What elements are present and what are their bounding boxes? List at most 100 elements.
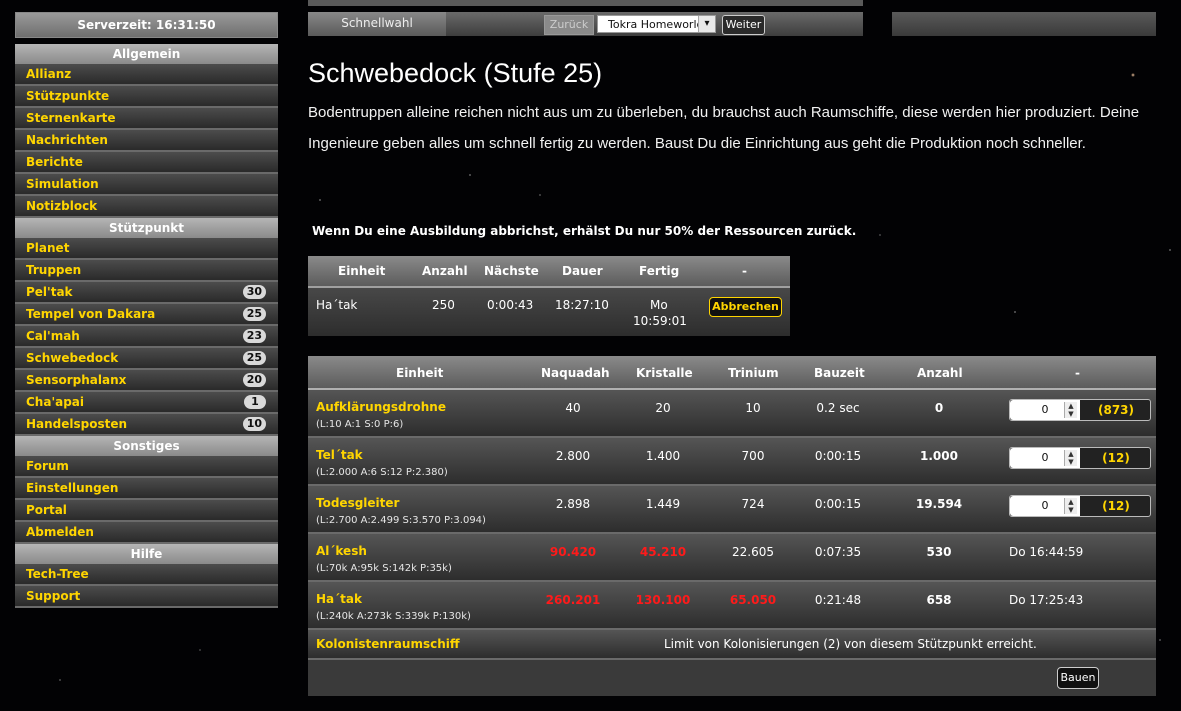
nav-item-sensorphalanx[interactable]: Sensorphalanx 20 <box>15 370 278 392</box>
spinner-icon[interactable]: ▲ ▼ <box>1064 402 1077 418</box>
max-quantity-link[interactable]: (12) <box>1086 496 1146 516</box>
spinner-icon[interactable]: ▲ ▼ <box>1064 498 1077 514</box>
quantity-stepper: 0 ▲ ▼ (873) <box>1009 399 1151 421</box>
nav-item-label: Sensorphalanx <box>26 373 127 387</box>
build-queue-table: Einheit Anzahl Nächste Dauer Fertig - Ha… <box>308 256 790 336</box>
unit-stats: (L:10 A:1 S:0 P:6) <box>316 419 404 430</box>
unit-count: 530 <box>926 545 952 559</box>
cost-naquadah: 2.898 <box>555 497 591 511</box>
build-time: 0:21:48 <box>814 593 862 607</box>
cancel-warning: Wenn Du eine Ausbildung abbrichst, erhäl… <box>312 224 857 238</box>
nav-item-schwebedock[interactable]: Schwebedock 25 <box>15 348 278 370</box>
nav-item-support[interactable]: Support <box>15 586 278 608</box>
max-quantity-link[interactable]: (873) <box>1086 400 1146 420</box>
table-row: Kolonistenraumschiff Limit von Kolonisie… <box>308 630 1156 660</box>
next-button[interactable]: Weiter <box>722 15 765 35</box>
level-badge: 1 <box>244 395 266 409</box>
cost-naquadah: 260.201 <box>545 593 601 607</box>
queue-col-fertig: Fertig <box>639 264 680 278</box>
nav-item-einstellungen[interactable]: Einstellungen <box>15 478 278 500</box>
unit-stats: (L:70k A:95k S:142k P:35k) <box>316 563 452 574</box>
cost-naquadah: 2.800 <box>555 449 591 463</box>
table-row: Todesgleiter (L:2.700 A:2.499 S:3.570 P:… <box>308 486 1156 534</box>
table-row: Al´kesh (L:70k A:95k S:142k P:35k) 90.42… <box>308 534 1156 582</box>
unit-count: 1.000 <box>920 449 958 463</box>
production-table: Einheit Naquadah Kristalle Trinium Bauze… <box>308 356 1156 696</box>
prod-col-bauzeit: Bauzeit <box>814 366 865 380</box>
prod-col-trinium: Trinium <box>728 366 779 380</box>
prod-col-naquadah: Naquadah <box>541 366 610 380</box>
nav-item-calmah[interactable]: Cal'mah 23 <box>15 326 278 348</box>
table-row: Tel´tak (L:2.000 A:6 S:12 P:2.380) 2.800… <box>308 438 1156 486</box>
cost-kristalle: 45.210 <box>639 545 687 559</box>
nav-item-label: Pel'tak <box>26 285 73 299</box>
nav-item-truppen[interactable]: Truppen <box>15 260 278 282</box>
cost-trinium: 65.050 <box>729 593 777 607</box>
unit-name[interactable]: Al´kesh <box>316 544 367 558</box>
prod-col-action: - <box>1075 366 1080 380</box>
build-button[interactable]: Bauen <box>1057 667 1099 689</box>
unit-name[interactable]: Aufklärungsdrohne <box>316 400 446 414</box>
queue-next: 0:00:43 <box>487 298 534 312</box>
queue-col-einheit: Einheit <box>338 264 386 278</box>
server-time: Serverzeit: 16:31:50 <box>15 12 278 38</box>
unit-name[interactable]: Todesgleiter <box>316 496 399 510</box>
cancel-button[interactable]: Abbrechen <box>709 297 782 317</box>
colonist-limit-note: Limit von Kolonisierungen (2) von diesem… <box>664 637 1037 651</box>
nav-item-simulation[interactable]: Simulation <box>15 174 278 196</box>
unit-count: 19.594 <box>915 497 963 511</box>
queue-col-action: - <box>742 264 747 278</box>
unit-name[interactable]: Tel´tak <box>316 448 363 462</box>
planet-select[interactable]: Tokra Homeworld ▾ <box>597 15 716 33</box>
prod-col-einheit: Einheit <box>396 366 444 380</box>
nav-item-label: Planet <box>26 241 70 255</box>
nav-item-allianz[interactable]: Allianz <box>15 64 278 86</box>
nav-item-nachrichten[interactable]: Nachrichten <box>15 130 278 152</box>
build-time: 0:00:15 <box>814 449 862 463</box>
nav-item-peltak[interactable]: Pel'tak 30 <box>15 282 278 304</box>
page-title: Schwebedock (Stufe 25) <box>308 58 603 88</box>
queue-col-dauer: Dauer <box>562 264 603 278</box>
queue-done-time: 10:59:01 <box>633 314 687 328</box>
nav-item-label: Handelsposten <box>26 417 128 431</box>
nav-item-chaapai[interactable]: Cha'apai 1 <box>15 392 278 414</box>
level-badge: 23 <box>242 329 266 343</box>
cost-trinium: 700 <box>741 449 765 463</box>
queue-count: 250 <box>432 298 455 312</box>
nav-item-label: Cha'apai <box>26 395 85 409</box>
table-row: Ha´tak (L:240k A:273k S:339k P:130k) 260… <box>308 582 1156 630</box>
nav-item-forum[interactable]: Forum <box>15 456 278 478</box>
nav-section-hilfe: Hilfe <box>15 544 278 564</box>
nav-item-tempel-von-dakara[interactable]: Tempel von Dakara 25 <box>15 304 278 326</box>
top-line <box>308 0 863 6</box>
nav-item-planet[interactable]: Planet <box>15 238 278 260</box>
spinner-icon[interactable]: ▲ ▼ <box>1064 450 1077 466</box>
nav-item-tech-tree[interactable]: Tech-Tree <box>15 564 278 586</box>
unit-name[interactable]: Ha´tak <box>316 592 362 606</box>
back-button[interactable]: Zurück <box>544 15 594 35</box>
max-quantity-link[interactable]: (12) <box>1086 448 1146 468</box>
queue-header: Einheit Anzahl Nächste Dauer Fertig - <box>308 256 790 288</box>
queue-col-anzahl: Anzahl <box>422 264 468 278</box>
nav-item-portal[interactable]: Portal <box>15 500 278 522</box>
nav-item-abmelden[interactable]: Abmelden <box>15 522 278 544</box>
nav-item-handelsposten[interactable]: Handelsposten 10 <box>15 414 278 436</box>
nav-item-label: Cal'mah <box>26 329 80 343</box>
nav-item-sternenkarte[interactable]: Sternenkarte <box>15 108 278 130</box>
nav-item-label: Schwebedock <box>26 351 119 365</box>
nav-item-stuetzpunkte[interactable]: Stützpunkte <box>15 86 278 108</box>
queue-duration: 18:27:10 <box>555 298 609 312</box>
top-right-bar <box>892 12 1156 36</box>
queue-done-day: Mo <box>650 298 668 312</box>
production-header: Einheit Naquadah Kristalle Trinium Bauze… <box>308 356 1156 390</box>
unit-name[interactable]: Kolonistenraumschiff <box>316 637 460 651</box>
nav-item-notizblock[interactable]: Notizblock <box>15 196 278 218</box>
quickselect-tab[interactable]: Schnellwahl <box>308 12 446 36</box>
nav-item-berichte[interactable]: Berichte <box>15 152 278 174</box>
queue-unit: Ha´tak <box>316 298 358 312</box>
level-badge: 20 <box>242 373 266 387</box>
chevron-down-icon: ▾ <box>698 16 715 32</box>
cost-kristalle: 130.100 <box>635 593 691 607</box>
cost-trinium: 10 <box>745 401 761 415</box>
cost-kristalle: 1.449 <box>645 497 681 511</box>
